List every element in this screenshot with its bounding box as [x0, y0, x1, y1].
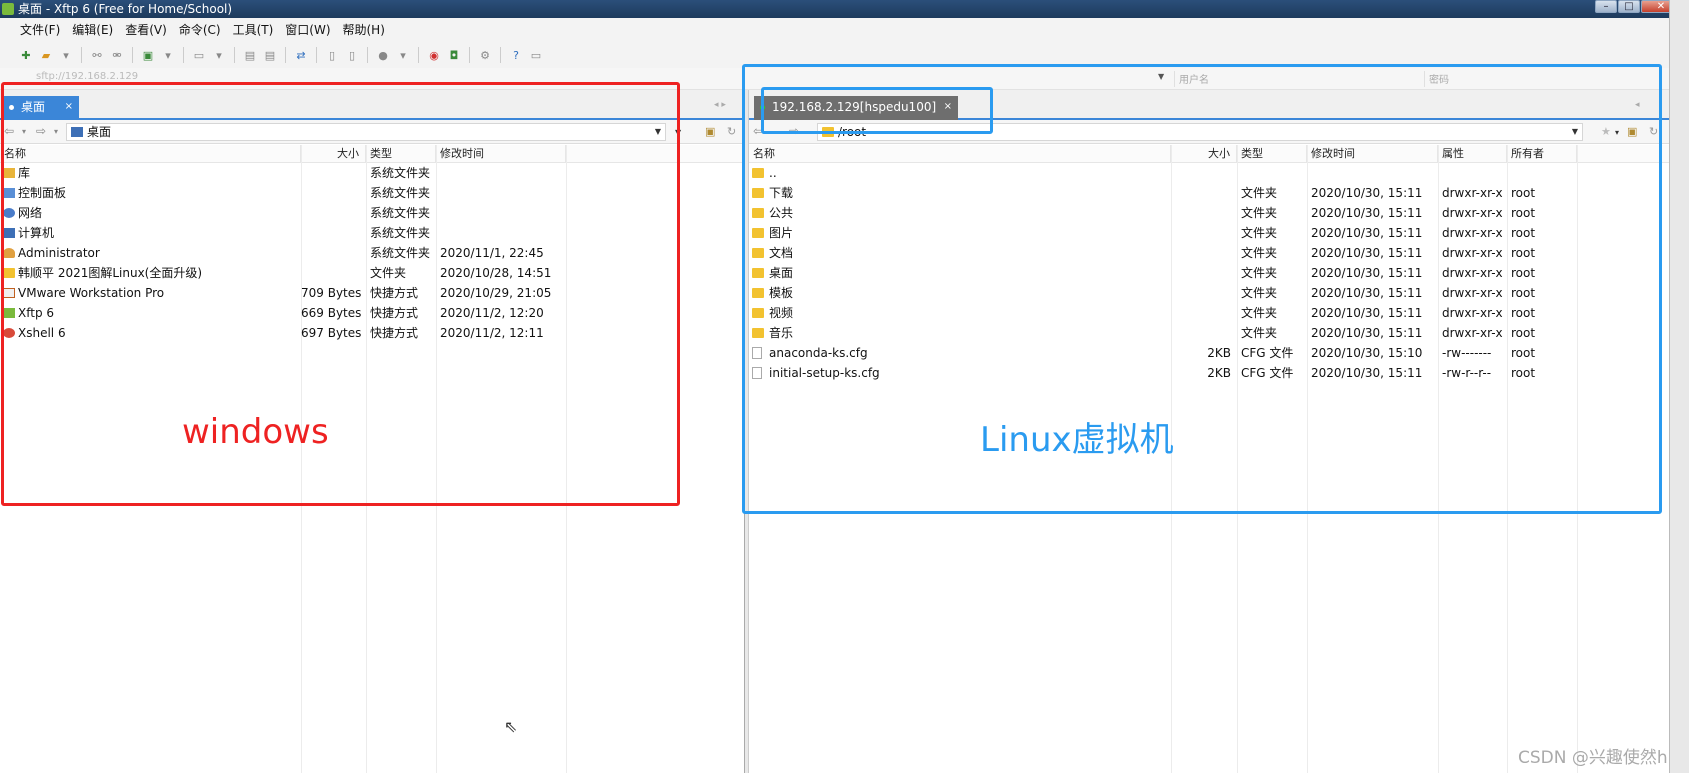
menu-help[interactable]: 帮助(H) — [337, 19, 391, 41]
toolbar-separator — [367, 47, 368, 63]
window-right-edge — [1669, 0, 1689, 773]
toolbar-separator — [81, 47, 82, 63]
help-icon[interactable]: ? — [508, 47, 524, 63]
title-bar: 桌面 - Xftp 6 (Free for Home/School) – □ ✕ — [0, 0, 1689, 18]
record-icon[interactable]: ● — [375, 47, 391, 63]
xshell-icon[interactable]: ◉ — [426, 47, 442, 63]
toolbar-separator — [500, 47, 501, 63]
paste-icon[interactable]: ▤ — [262, 47, 278, 63]
toolbar-separator — [132, 47, 133, 63]
toolbar-separator — [418, 47, 419, 63]
mouse-cursor-icon: ⇖ — [504, 717, 518, 736]
minimize-button[interactable]: – — [1595, 0, 1617, 13]
menu-tools[interactable]: 工具(T) — [227, 19, 280, 41]
open-folder-icon[interactable]: ▣ — [705, 125, 715, 138]
toolbar-separator — [234, 47, 235, 63]
xftp-icon[interactable]: ◘ — [446, 47, 462, 63]
gear-icon[interactable]: ⚙ — [477, 47, 493, 63]
connect-icon[interactable]: ⚯ — [89, 47, 105, 63]
toolbar-separator — [285, 47, 286, 63]
chat-icon[interactable]: ▭ — [528, 47, 544, 63]
menu-bar: 文件(F) 编辑(E) 查看(V) 命令(C) 工具(T) 窗口(W) 帮助(H… — [0, 18, 1689, 42]
windows-annotation-label: windows — [182, 412, 329, 452]
log-icon[interactable]: ▭ — [191, 47, 207, 63]
menu-command[interactable]: 命令(C) — [173, 19, 227, 41]
windows-annotation-box — [1, 82, 680, 506]
window-title: 桌面 - Xftp 6 (Free for Home/School) — [18, 2, 233, 16]
menu-view[interactable]: 查看(V) — [119, 19, 173, 41]
dropdown-icon[interactable]: ▾ — [395, 47, 411, 63]
open-folder-icon[interactable]: ▰ — [38, 47, 54, 63]
toolbar-separator — [183, 47, 184, 63]
menu-edit[interactable]: 编辑(E) — [66, 19, 119, 41]
file-icon[interactable]: ▯ — [324, 47, 340, 63]
tab-scroll-arrows-icon[interactable]: ◂ ▸ — [714, 100, 726, 110]
xftp-app-icon — [2, 3, 14, 15]
toolbar-separator — [316, 47, 317, 63]
watermark: CSDN @兴趣使然h — [1518, 748, 1668, 768]
dropdown-icon[interactable]: ▾ — [160, 47, 176, 63]
menu-file[interactable]: 文件(F) — [14, 19, 66, 41]
new-session-icon[interactable]: ✚ — [18, 47, 34, 63]
toolbar-separator — [469, 47, 470, 63]
linux-annotation-label: Linux虚拟机 — [980, 420, 1174, 460]
transfer-icon[interactable]: ⇄ — [293, 47, 309, 63]
disconnect-icon[interactable]: ⚮ — [109, 47, 125, 63]
copy-icon[interactable]: ▤ — [242, 47, 258, 63]
dropdown-icon[interactable]: ▾ — [58, 47, 74, 63]
menu-window[interactable]: 窗口(W) — [279, 19, 336, 41]
file-icon[interactable]: ▯ — [344, 47, 360, 63]
refresh-icon[interactable]: ↻ — [727, 125, 736, 138]
new-tab-icon[interactable]: ▣ — [140, 47, 156, 63]
dropdown-icon[interactable]: ▾ — [211, 47, 227, 63]
maximize-button[interactable]: □ — [1618, 0, 1640, 13]
remote-tab-annotation-box — [761, 87, 993, 134]
